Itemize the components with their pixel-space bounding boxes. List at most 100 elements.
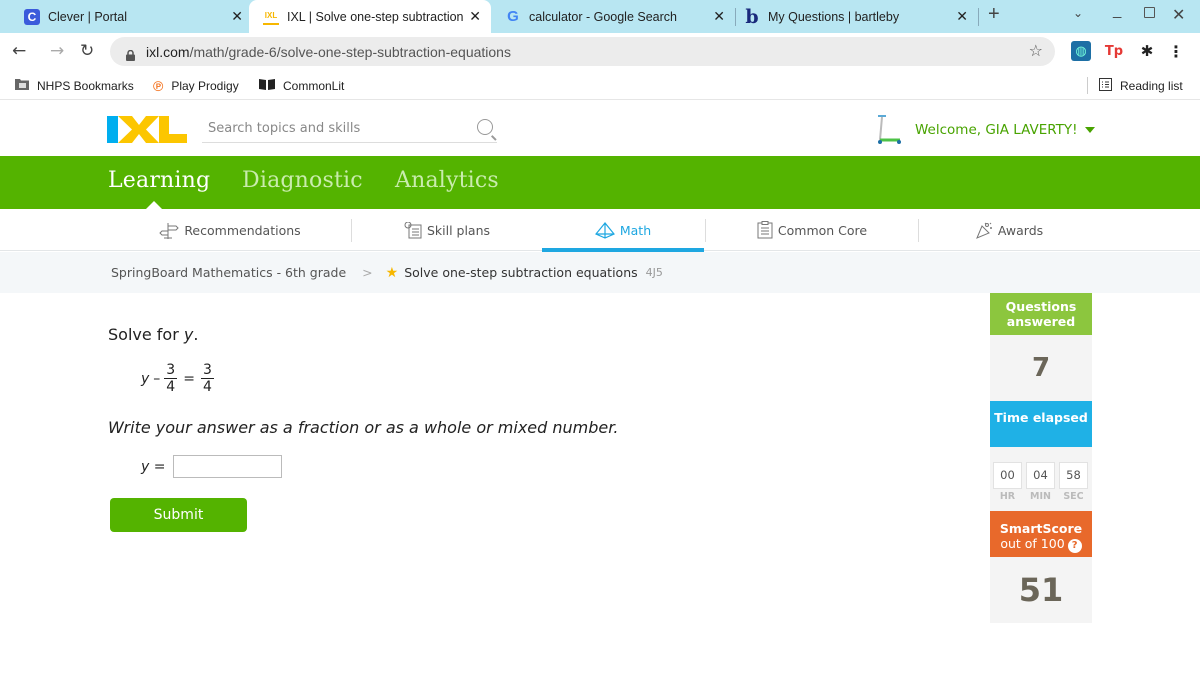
close-tab-icon[interactable]: ✕ [956, 8, 968, 25]
welcome-user-menu[interactable]: Welcome, GIA LAVERTY! [915, 122, 1095, 138]
tab-clever[interactable]: C Clever | Portal ✕ [8, 0, 253, 33]
fraction-denominator: 4 [166, 379, 176, 395]
bookmark-prodigy[interactable]: ℗ Play Prodigy [153, 78, 239, 94]
submit-button[interactable]: Submit [110, 498, 247, 532]
minimize-button[interactable]: _ [1113, 2, 1121, 19]
answer-label: y = [141, 458, 166, 475]
prodigy-icon: ℗ [153, 78, 164, 94]
equation-variable: y [141, 370, 150, 387]
smartscore-value: 51 [990, 557, 1092, 623]
extension-globe-icon[interactable]: ◍ [1071, 41, 1091, 61]
nav-diagnostic[interactable]: Diagnostic [242, 168, 363, 193]
smartscore-label: SmartScore [999, 521, 1083, 536]
fraction-denominator: 4 [202, 379, 212, 395]
subnav-awards[interactable]: Awards [919, 209, 1099, 251]
clever-icon: C [24, 8, 40, 25]
prompt-text: Solve for [108, 325, 184, 344]
ixl-logo[interactable] [107, 116, 187, 143]
reload-button[interactable]: ↻ [80, 41, 94, 61]
extension-tp-icon[interactable]: Tp [1104, 41, 1124, 61]
bartleby-icon: b [745, 5, 759, 28]
search-icon[interactable] [477, 119, 493, 135]
questions-answered-count: 7 [990, 335, 1092, 401]
timer-minutes: 04 [1026, 462, 1055, 489]
breadcrumb-parent-link[interactable]: SpringBoard Mathematics - 6th grade [111, 265, 346, 280]
subnav-label: Skill plans [426, 222, 491, 238]
close-window-button[interactable]: ✕ [1172, 5, 1185, 25]
scooter-avatar-icon[interactable] [874, 114, 904, 150]
pyramid-icon [594, 221, 615, 239]
skill-code: 4J5 [645, 266, 663, 279]
bookmarks-bar: NHPS Bookmarks ℗ Play Prodigy CommonLit … [0, 71, 1200, 100]
nav-analytics[interactable]: Analytics [395, 168, 499, 193]
back-button[interactable]: ← [12, 41, 26, 61]
tab-ixl[interactable]: IXL IXL | Solve one-step subtraction e ✕ [249, 0, 491, 33]
tab-title: Clever | Portal [48, 9, 127, 24]
answer-instructions: Write your answer as a fraction or as a … [108, 418, 619, 437]
ixl-icon: IXL [263, 9, 279, 25]
subnav-label: Common Core [777, 222, 868, 238]
dropdown-caret-icon [1084, 127, 1095, 133]
clipboard-icon [757, 221, 773, 239]
breadcrumb-chevron-icon: > [362, 265, 373, 280]
tab-separator [735, 8, 736, 26]
search-input[interactable]: Search topics and skills [208, 121, 360, 136]
tab-google[interactable]: G calculator - Google Search ✕ [495, 0, 735, 33]
lock-icon [126, 46, 135, 61]
bookmark-label: NHPS Bookmarks [37, 78, 134, 93]
help-question-icon[interactable]: ? [1067, 539, 1082, 553]
tab-separator [978, 8, 979, 26]
subnav-skill-plans[interactable]: Skill plans [352, 209, 542, 251]
tab-search-chevron-icon[interactable]: ⌄ [1073, 6, 1083, 20]
close-tab-icon[interactable]: ✕ [469, 8, 481, 25]
smartscore-header: SmartScore out of 100? [990, 511, 1092, 557]
close-tab-icon[interactable]: ✕ [713, 8, 725, 25]
answer-input[interactable] [173, 455, 283, 478]
prompt-period: . [193, 325, 199, 344]
reading-list-icon [1099, 78, 1112, 94]
welcome-text: Welcome, GIA LAVERTY! [915, 122, 1078, 138]
smartscore-sublabel: out of 100 [1000, 536, 1065, 551]
browser-menu-icon[interactable]: ⋮ [1166, 41, 1186, 61]
fraction-lhs: 3 4 [164, 362, 178, 395]
bookmark-label: Play Prodigy [171, 79, 239, 93]
restore-button[interactable] [1144, 7, 1155, 18]
extensions-puzzle-icon[interactable]: ✱ [1137, 41, 1157, 61]
bookmark-nhps[interactable]: NHPS Bookmarks [15, 78, 134, 93]
timer-sec-label: SEC [1063, 491, 1084, 502]
browser-tab-bar: C Clever | Portal ✕ IXL IXL | Solve one-… [0, 0, 1200, 33]
fraction-rhs: 3 4 [200, 362, 214, 395]
google-icon: G [507, 8, 519, 25]
tab-title: My Questions | bartleby [768, 9, 900, 24]
party-popper-icon [975, 222, 993, 239]
main-nav: Learning Diagnostic Analytics [0, 156, 1200, 209]
url-text: ixl.com/math/grade-6/solve-one-step-subt… [146, 43, 511, 60]
subnav-recommendations[interactable]: Recommendations [110, 209, 350, 251]
question-prompt: Solve for y. [108, 325, 198, 344]
star-icon: ★ [385, 264, 399, 281]
equation: y – 3 4 = 3 4 [141, 362, 218, 395]
reading-list-label: Reading list [1120, 79, 1183, 93]
subnav-math[interactable]: Math [542, 209, 704, 252]
address-bar[interactable]: ixl.com/math/grade-6/solve-one-step-subt… [110, 37, 1055, 66]
equation-operator: – [153, 370, 161, 387]
tab-bartleby[interactable]: b My Questions | bartleby ✕ [738, 0, 978, 33]
timer-hr-label: HR [999, 491, 1016, 502]
bookmark-commonlit[interactable]: CommonLit [259, 78, 344, 93]
nav-learning[interactable]: Learning [108, 168, 210, 193]
close-tab-icon[interactable]: ✕ [231, 8, 243, 25]
forward-button[interactable]: → [50, 41, 64, 61]
search-box[interactable]: Search topics and skills [202, 115, 497, 143]
reading-list-button[interactable]: Reading list [1099, 78, 1183, 94]
bookmarks-divider [1087, 77, 1088, 94]
timer-hours: 00 [993, 462, 1022, 489]
browser-toolbar: ← → ↻ ixl.com/math/grade-6/solve-one-ste… [0, 33, 1200, 71]
new-tab-button[interactable]: + [988, 3, 1000, 26]
tab-title: IXL | Solve one-step subtraction e [287, 9, 467, 24]
time-elapsed-panel: 00 04 58 HR MIN SEC [990, 447, 1092, 511]
folder-icon [15, 78, 29, 93]
subnav-common-core[interactable]: Common Core [706, 209, 918, 251]
subnav-label: Awards [997, 222, 1044, 238]
prompt-variable: y [183, 325, 194, 344]
bookmark-star-icon[interactable]: ☆ [1029, 41, 1043, 60]
